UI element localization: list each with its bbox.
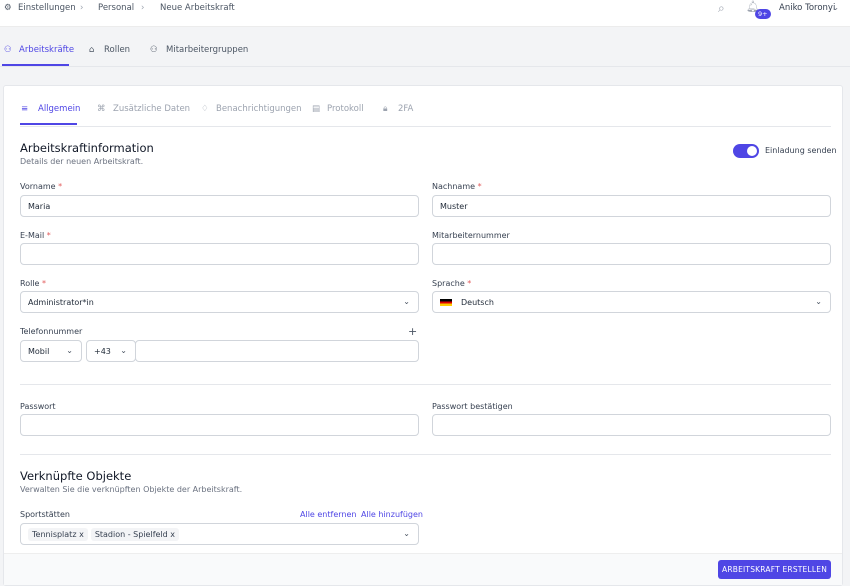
sprache-value: Deutsch: [461, 298, 494, 307]
search-icon[interactable]: ⌕: [718, 1, 725, 16]
breadcrumb-separator: ›: [141, 3, 145, 13]
chevron-down-icon: ⌄: [832, 3, 840, 13]
telefon-label: Telefonnummer: [20, 327, 83, 336]
breadcrumb-einstellungen[interactable]: Einstellungen: [18, 3, 76, 13]
breadcrumb-personal[interactable]: Personal: [98, 3, 134, 13]
phone-prefix-select[interactable]: +43 ⌄: [86, 340, 136, 362]
vorname-label: Vorname *: [20, 182, 63, 191]
section-subtitle: Details der neuen Arbeitskraft.: [20, 157, 144, 166]
users-icon: ⚇: [4, 45, 12, 55]
sprache-select[interactable]: Deutsch ⌄: [432, 291, 831, 313]
tab-allgemein[interactable]: Allgemein: [38, 104, 80, 114]
passwort-label: Passwort: [20, 402, 56, 411]
tab-benachrichtigungen[interactable]: Benachrichtigungen: [216, 104, 302, 114]
rolle-label: Rolle *: [20, 279, 47, 288]
phone-prefix-value: +43: [94, 347, 111, 356]
subnav-arbeitskraefte[interactable]: Arbeitskräfte: [19, 45, 74, 55]
active-indicator: [2, 64, 69, 66]
list-icon: ≡: [21, 104, 29, 114]
invite-toggle[interactable]: [733, 144, 759, 158]
email-input[interactable]: [20, 243, 419, 265]
linked-objects-subtitle: Verwalten Sie die verknüpften Objekte de…: [20, 485, 243, 494]
chevron-down-icon: ⌄: [120, 346, 127, 355]
mitarbeiternummer-label: Mitarbeiternummer: [432, 231, 510, 240]
rolle-select[interactable]: Administrator*in ⌄: [20, 291, 419, 313]
passwort-input[interactable]: [20, 414, 419, 436]
gear-icon: ⚙: [4, 3, 12, 13]
subnav-rollen[interactable]: Rollen: [104, 45, 130, 55]
chevron-down-icon: ⌄: [403, 529, 410, 538]
tag-icon: ⌂: [89, 45, 95, 55]
user-menu[interactable]: Aniko Toronyi: [779, 3, 835, 13]
tab-2fa[interactable]: 2FA: [398, 104, 413, 114]
lock-icon: 🔒︎: [383, 104, 388, 114]
email-label: E-Mail *: [20, 231, 51, 240]
puzzle-icon: ⌘: [97, 104, 106, 114]
tab-indicator: [20, 123, 77, 125]
passwort-bestaetigen-input[interactable]: [432, 414, 831, 436]
breadcrumb-separator: ›: [80, 3, 84, 13]
document-icon: ▤: [312, 104, 321, 114]
phone-type-select[interactable]: Mobil ⌄: [20, 340, 82, 362]
tab-protokoll[interactable]: Protokoll: [327, 104, 364, 114]
rolle-value: Administrator*in: [28, 298, 94, 307]
tab-zusaetzliche-daten[interactable]: Zusätzliche Daten: [113, 104, 190, 114]
chip-remove-button[interactable]: x: [170, 530, 175, 539]
vorname-input[interactable]: Maria: [20, 195, 419, 217]
sprache-label: Sprache *: [432, 279, 472, 288]
section-title: Arbeitskraftinformation: [20, 141, 154, 155]
chevron-down-icon: ⌄: [66, 346, 73, 355]
nachname-label: Nachname *: [432, 182, 482, 191]
divider: [20, 126, 831, 127]
chip-stadion-spielfeld: Stadion - Spielfeld x: [90, 528, 180, 541]
add-all-link[interactable]: Alle hinzufügen: [361, 510, 423, 519]
group-icon: ⚇: [150, 45, 158, 55]
divider: [20, 384, 831, 385]
invite-label: Einladung senden: [765, 146, 837, 155]
divider: [20, 454, 831, 455]
remove-all-link[interactable]: Alle entfernen: [300, 510, 356, 519]
chip-tennisplatz: Tennisplatz x: [28, 528, 88, 541]
mitarbeiternummer-input[interactable]: [432, 243, 831, 265]
form-footer: [4, 553, 842, 585]
breadcrumb-current: Neue Arbeitskraft: [160, 3, 235, 13]
chevron-down-icon: ⌄: [815, 297, 822, 306]
notification-badge: 9+: [755, 9, 771, 19]
chevron-down-icon: ⌄: [403, 297, 410, 306]
subnav-mitarbeitergruppen[interactable]: Mitarbeitergruppen: [166, 45, 248, 55]
phone-type-value: Mobil: [28, 347, 50, 356]
linked-objects-title: Verknüpfte Objekte: [20, 469, 132, 483]
sportstaetten-select[interactable]: Tennisplatz x Stadion - Spielfeld x ⌄: [20, 523, 419, 545]
sportstaetten-label: Sportstätten: [20, 510, 70, 519]
nachname-input[interactable]: Muster: [432, 195, 831, 217]
create-worker-button[interactable]: ARBEITSKRAFT ERSTELLEN: [718, 560, 831, 579]
bell-icon: ♢: [201, 104, 209, 114]
add-phone-button[interactable]: +: [408, 325, 417, 338]
phone-number-input[interactable]: [135, 340, 419, 362]
chip-remove-button[interactable]: x: [79, 530, 84, 539]
german-flag-icon: [440, 299, 452, 306]
passwort-bestaetigen-label: Passwort bestätigen: [432, 402, 513, 411]
